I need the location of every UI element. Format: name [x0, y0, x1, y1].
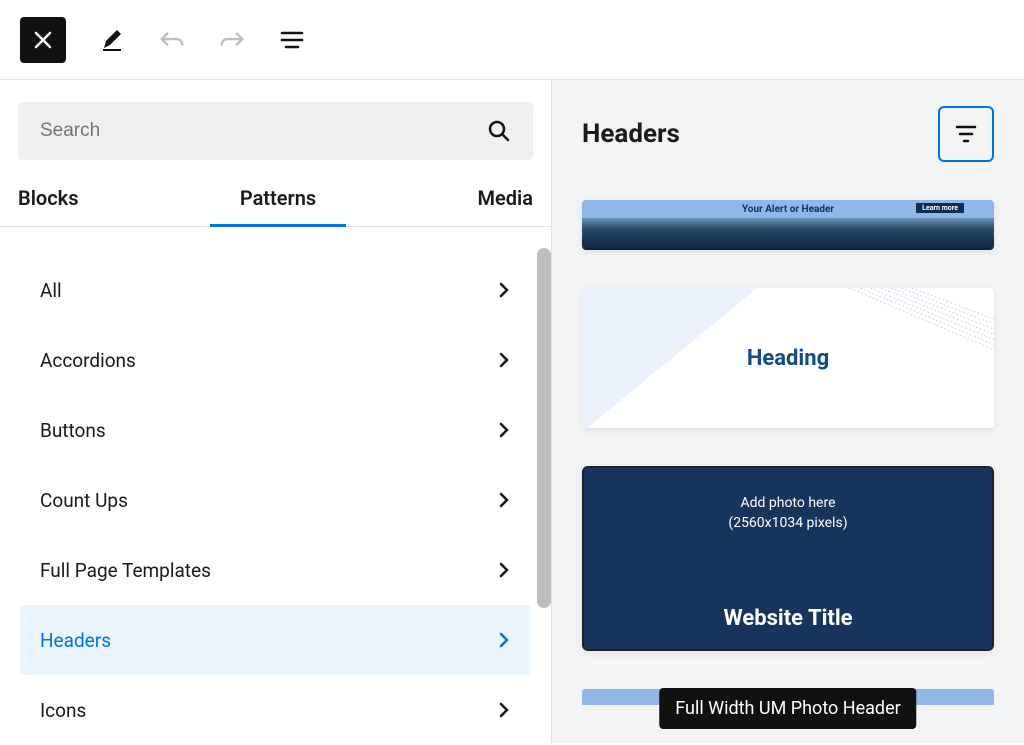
chevron-right-icon — [497, 490, 511, 510]
tab-patterns[interactable]: Patterns — [240, 186, 316, 226]
pattern-alert-header[interactable]: Your Alert or Header Learn more — [582, 200, 994, 250]
close-button[interactable] — [20, 17, 66, 63]
pattern-tooltip: Full Width UM Photo Header — [659, 688, 916, 729]
category-fullpage[interactable]: Full Page Templates — [20, 535, 531, 605]
category-label: Count Ups — [40, 489, 128, 512]
search-icon — [487, 119, 511, 143]
alert-bg — [582, 218, 994, 250]
heading-text: Heading — [582, 346, 994, 371]
category-icons[interactable]: Icons — [20, 675, 531, 745]
category-label: All — [40, 279, 62, 302]
photo-meta: Add photo here (2560x1034 pixels) — [728, 494, 847, 533]
close-icon — [32, 29, 54, 51]
category-all[interactable]: All — [20, 255, 531, 325]
alert-band: Your Alert or Header Learn more — [582, 200, 994, 218]
view-options-button[interactable] — [278, 26, 306, 54]
chevron-right-icon — [497, 700, 511, 720]
category-label: Full Page Templates — [40, 559, 211, 582]
inserter-sidebar: Blocks Patterns Media All Accordions But… — [0, 80, 552, 743]
category-label: Buttons — [40, 419, 106, 442]
filter-icon — [954, 124, 978, 144]
category-label: Accordions — [40, 349, 136, 372]
chevron-right-icon — [497, 420, 511, 440]
category-accordions[interactable]: Accordions — [20, 325, 531, 395]
photo-line1: Add photo here — [728, 494, 847, 514]
pattern-preview-pane: Headers Your Alert or Header Learn more — [552, 80, 1024, 743]
pencil-icon — [99, 27, 125, 53]
redo-button[interactable] — [218, 26, 246, 54]
category-label: Headers — [40, 629, 111, 652]
undo-icon — [158, 28, 186, 52]
pattern-heading[interactable]: Heading — [582, 288, 994, 428]
category-buttons[interactable]: Buttons — [20, 395, 531, 465]
redo-icon — [218, 28, 246, 52]
search-box[interactable] — [18, 102, 533, 160]
list-icon — [278, 29, 306, 51]
pattern-photo-header[interactable]: Add photo here (2560x1034 pixels) Websit… — [582, 466, 994, 651]
chevron-right-icon — [497, 280, 511, 300]
alert-learnmore: Learn more — [916, 203, 964, 213]
search-input[interactable] — [40, 120, 487, 142]
undo-button[interactable] — [158, 26, 186, 54]
edit-button[interactable] — [98, 26, 126, 54]
filter-button[interactable] — [938, 106, 994, 162]
category-countups[interactable]: Count Ups — [20, 465, 531, 535]
sidebar-scrollbar[interactable] — [537, 248, 551, 608]
chevron-right-icon — [497, 630, 511, 650]
top-toolbar — [0, 0, 1024, 80]
photo-line2: (2560x1034 pixels) — [728, 514, 847, 534]
tab-media[interactable]: Media — [478, 186, 533, 226]
tab-blocks[interactable]: Blocks — [18, 186, 78, 226]
main: Blocks Patterns Media All Accordions But… — [0, 80, 1024, 743]
alert-text: Your Alert or Header — [742, 204, 834, 215]
category-label: Icons — [40, 699, 86, 722]
patterns-list: Your Alert or Header Learn more — [582, 200, 994, 705]
chevron-right-icon — [497, 350, 511, 370]
preview-title: Headers — [582, 119, 680, 149]
chevron-right-icon — [497, 560, 511, 580]
pattern-categories: All Accordions Buttons Count Ups Full Pa… — [0, 227, 551, 745]
category-headers[interactable]: Headers — [20, 605, 531, 675]
inserter-tabs: Blocks Patterns Media — [0, 160, 551, 227]
photo-title: Website Title — [723, 606, 852, 631]
